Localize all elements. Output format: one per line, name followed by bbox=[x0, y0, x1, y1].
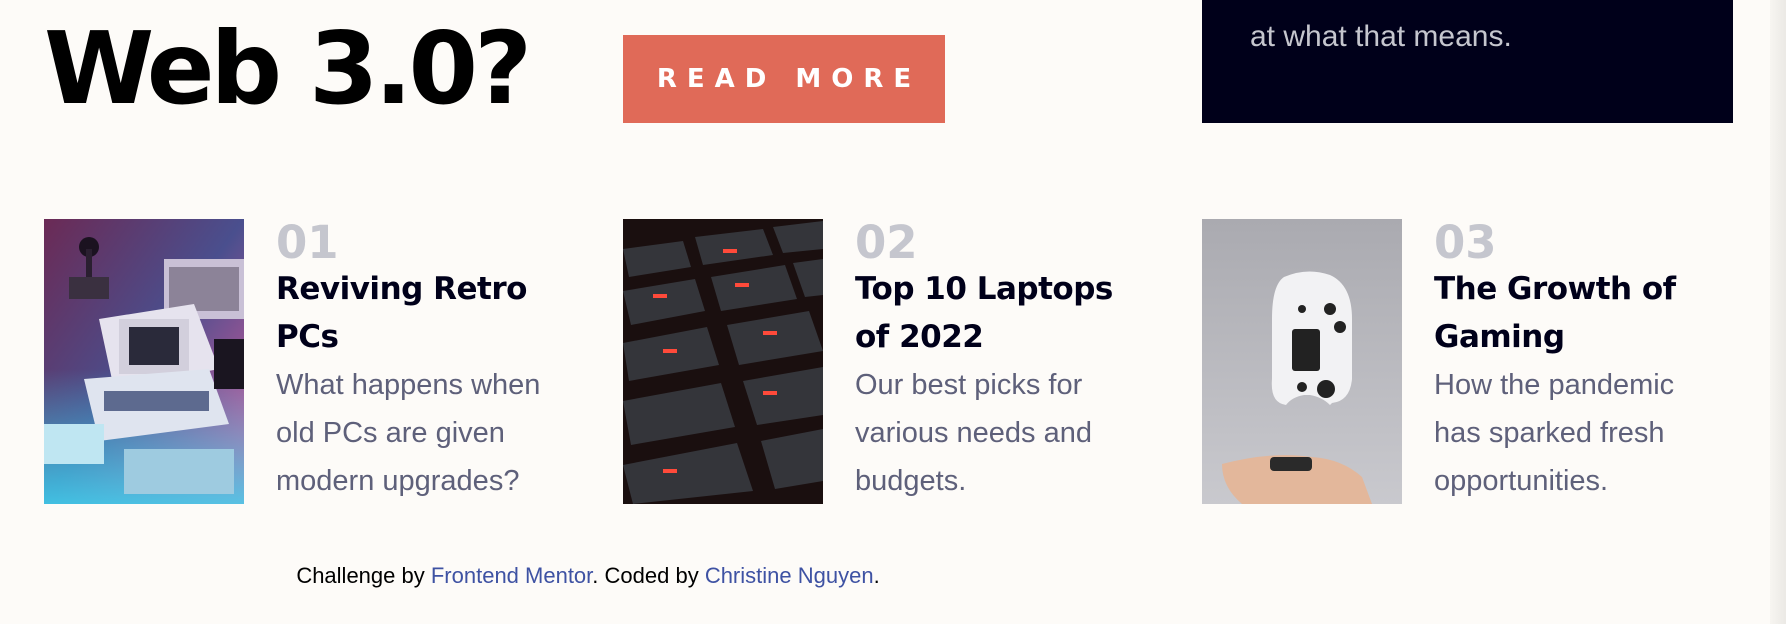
laptop-keyboard-illustration bbox=[623, 219, 823, 504]
article-description: Our best picks for various needs and bud… bbox=[855, 369, 1092, 497]
author-link[interactable]: Christine Nguyen bbox=[705, 563, 874, 588]
article-title[interactable]: Top 10 Laptops of 2022 bbox=[855, 265, 1155, 361]
article-description: What happens when old PCs are given mode… bbox=[276, 369, 541, 497]
article-description: How the pandemic has sparked fresh oppor… bbox=[1434, 369, 1675, 497]
article-number: 02 bbox=[855, 216, 918, 269]
article-card-3[interactable]: 03 The Growth of Gaming How the pandemic… bbox=[1202, 219, 1722, 504]
attribution-suffix: . bbox=[873, 563, 880, 588]
retro-pc-image[interactable] bbox=[44, 219, 244, 504]
attribution-prefix: Challenge by bbox=[296, 563, 431, 588]
panel-text: at what that means. bbox=[1250, 20, 1512, 53]
page-headline: Web 3.0? bbox=[44, 10, 532, 127]
frontend-mentor-link[interactable]: Frontend Mentor bbox=[431, 563, 592, 588]
game-controller-image[interactable] bbox=[1202, 219, 1402, 504]
article-title[interactable]: The Growth of Gaming bbox=[1434, 265, 1734, 361]
new-articles-panel: at what that means. bbox=[1202, 0, 1733, 123]
attribution-footer: Challenge by Frontend Mentor. Coded by C… bbox=[0, 560, 1176, 592]
article-number: 03 bbox=[1434, 216, 1497, 269]
attribution-middle: . Coded by bbox=[592, 563, 705, 588]
retro-pc-illustration bbox=[44, 219, 244, 504]
game-controller-illustration bbox=[1202, 219, 1402, 504]
page-edge-shadow bbox=[1770, 0, 1786, 624]
article-card-2[interactable]: 02 Top 10 Laptops of 2022 Our best picks… bbox=[623, 219, 1143, 504]
read-more-button[interactable]: READ MORE bbox=[623, 35, 945, 123]
article-number: 01 bbox=[276, 216, 339, 269]
laptop-keyboard-image[interactable] bbox=[623, 219, 823, 504]
article-title[interactable]: Reviving Retro PCs bbox=[276, 265, 576, 361]
article-card-1[interactable]: 01 Reviving Retro PCs What happens when … bbox=[44, 219, 564, 504]
